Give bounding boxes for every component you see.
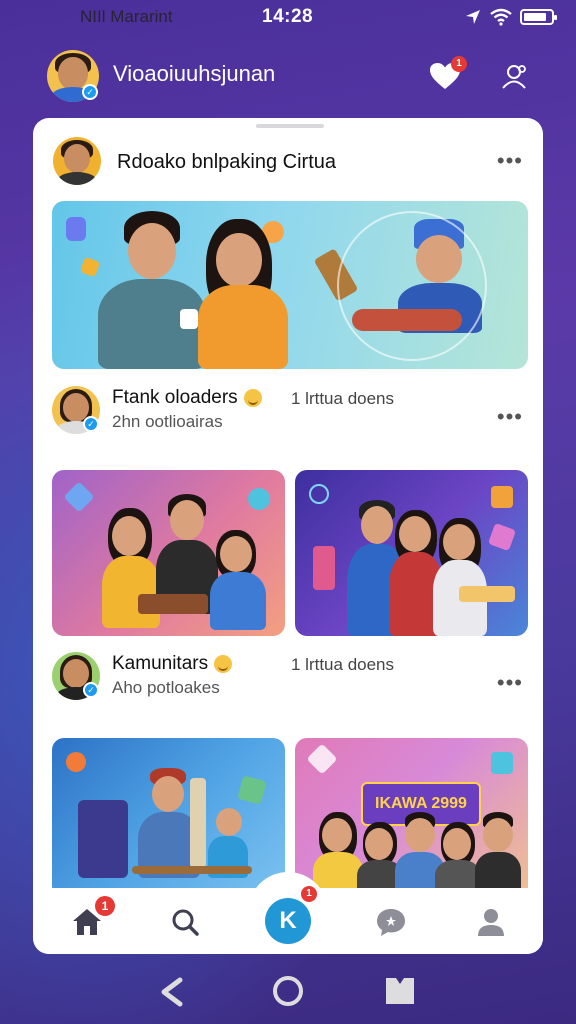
- person-figure: [313, 812, 363, 898]
- battery-fill: [524, 13, 547, 21]
- profile-icon: [478, 909, 504, 936]
- smile-emoji-icon: [214, 655, 233, 673]
- search-icon: [172, 909, 199, 936]
- verified-icon: ✓: [82, 84, 98, 100]
- profile-settings-button[interactable]: [496, 58, 532, 94]
- nav-search[interactable]: [165, 902, 205, 942]
- nav-chat[interactable]: [371, 902, 411, 942]
- feed-item-name-text: Ftank oloaders: [112, 387, 238, 408]
- more-options-icon[interactable]: •••: [497, 406, 523, 428]
- chat-bubble-icon: [377, 909, 405, 936]
- profile-settings-icon: [502, 65, 526, 89]
- feed-item-subtitle: 2hn ootlioairas: [112, 412, 223, 431]
- nav-home[interactable]: 1: [67, 896, 115, 942]
- home-circle-icon[interactable]: [271, 974, 305, 1008]
- drag-handle[interactable]: [256, 124, 324, 128]
- feed-item-name: Ftank oloaders: [112, 387, 262, 409]
- status-time: 14:28: [262, 6, 314, 27]
- more-options-icon[interactable]: •••: [497, 672, 523, 694]
- feed-tile-image[interactable]: [295, 470, 528, 636]
- feed-tile-image[interactable]: [52, 470, 285, 636]
- carrier-name: NIIl Mararint: [80, 7, 173, 26]
- status-icons: [464, 8, 557, 26]
- feed-tile-image[interactable]: [52, 738, 285, 898]
- more-options-icon[interactable]: •••: [497, 150, 523, 172]
- create-badge: 1: [301, 886, 317, 902]
- bottom-navigation: 1 K 1: [33, 872, 543, 954]
- person-figure: [210, 530, 266, 630]
- location-arrow-icon: [466, 10, 480, 24]
- person-figure: [475, 812, 521, 898]
- wifi-icon: [490, 8, 512, 26]
- feed-item-name-text: Kamunitars: [112, 653, 209, 674]
- post-author-avatar[interactable]: [53, 137, 101, 185]
- home-badge: 1: [95, 896, 115, 916]
- post-header: Rdoako bnlpaking Cirtua •••: [33, 134, 543, 186]
- header-title: Vioaoiuuhsjunan: [113, 61, 276, 86]
- feed-item-meta: 1 lrttua doens: [291, 655, 395, 674]
- feed-tile-image[interactable]: IKAWA 2999: [295, 738, 528, 898]
- nav-create-button[interactable]: K: [265, 898, 311, 944]
- feed-card: Rdoako bnlpaking Cirtua ••• ✓ Ftank oloa…: [33, 118, 543, 954]
- feed-item-meta: 1 lrttua doens: [291, 389, 395, 408]
- nav-profile[interactable]: [471, 902, 511, 942]
- verified-icon: ✓: [83, 682, 99, 698]
- system-navigation-bar: [0, 968, 576, 1018]
- smile-emoji-icon: [243, 389, 262, 407]
- feed-item-name: Kamunitars: [112, 653, 233, 675]
- favorites-button[interactable]: 1: [425, 56, 467, 94]
- back-icon[interactable]: [158, 976, 186, 1008]
- notification-badge: 1: [451, 56, 467, 72]
- recents-icon[interactable]: [384, 976, 416, 1006]
- battery-icon: [520, 9, 557, 25]
- post-title: Rdoako bnlpaking Cirtua: [117, 151, 337, 173]
- person-figure: [192, 219, 292, 369]
- post-banner-image[interactable]: [52, 201, 528, 369]
- status-bar: NIIl Mararint 14:28: [0, 0, 576, 34]
- person-figure: [433, 518, 487, 636]
- feed-item-subtitle: Aho potloakes: [112, 678, 220, 697]
- app-header: ✓ Vioaoiuuhsjunan 1: [0, 48, 576, 104]
- verified-icon: ✓: [83, 416, 99, 432]
